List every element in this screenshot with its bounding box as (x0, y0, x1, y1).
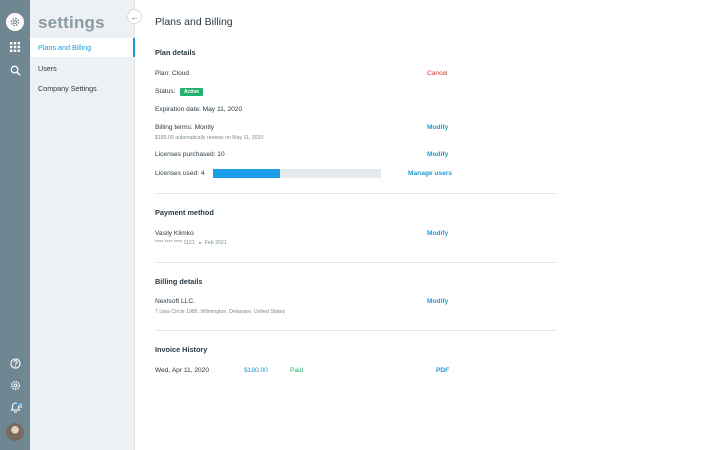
plan-details-heading: Plan details (155, 48, 196, 57)
invoice-history-heading: Invoice History (155, 345, 208, 354)
sidebar-item-plans-and-billing[interactable]: Plans and Billing (30, 38, 135, 57)
divider (155, 193, 557, 194)
page-title: Plans and Billing (155, 16, 233, 28)
sidebar-item-company-settings[interactable]: Company Settings (30, 79, 135, 98)
billing-details-heading: Billing details (155, 277, 203, 286)
settings-sidebar: settings Plans and Billing Users Company… (30, 0, 135, 450)
licenses-used-progress-bar (213, 169, 381, 178)
billing-terms-renewal: $180.00 automatically renews on May 11, … (155, 135, 264, 141)
billing-company: Nextsoft LLC. (155, 298, 195, 305)
gear-icon[interactable] (0, 374, 30, 396)
billing-address: 7 Liwa Circle 1985, Wilmington, Delaware… (155, 309, 286, 315)
modify-billing-terms-link[interactable]: Modify (427, 124, 448, 131)
cardholder-name: Vasily Klimko (155, 230, 194, 237)
notification-count: 8 (19, 404, 23, 410)
invoice-status: Paid (290, 367, 304, 374)
status-label: Status: (155, 88, 176, 95)
invoice-amount: $180.00 (244, 367, 268, 374)
sidebar-item-users[interactable]: Users (30, 59, 135, 78)
licenses-used-progress-fill (213, 169, 281, 178)
status-badge: Active (180, 88, 204, 96)
icon-rail: 8 (0, 0, 30, 450)
manage-users-link[interactable]: Manage users (408, 170, 452, 177)
licenses-purchased: Licenses purchased: 10 (155, 151, 225, 158)
card-number: **** **** **** 1121 (155, 240, 195, 246)
cancel-plan-link[interactable]: Cancel (427, 70, 448, 77)
modify-licenses-link[interactable]: Modify (427, 151, 448, 158)
sidebar-title: settings (38, 13, 105, 32)
settings-logo-icon[interactable] (6, 13, 24, 31)
divider (155, 330, 557, 331)
plan-name: Plan: Cloud (155, 70, 190, 77)
invoice-date: Wed, Apr 11, 2020 (155, 367, 210, 374)
bell-icon[interactable] (0, 396, 30, 418)
search-icon[interactable] (0, 59, 30, 81)
modify-billing-details-link[interactable]: Modify (427, 298, 448, 305)
payment-method-heading: Payment method (155, 208, 214, 217)
collapse-sidebar-button[interactable]: ← (127, 9, 142, 24)
arrow-left-icon: ← (130, 11, 139, 22)
card-expiry: Feb 2021 (204, 240, 227, 246)
divider (155, 262, 557, 263)
licenses-used: Licenses used: 4 (155, 170, 205, 177)
help-icon[interactable] (0, 352, 30, 374)
apps-grid-icon[interactable] (0, 36, 30, 58)
separator-dot (198, 241, 201, 244)
modify-payment-method-link[interactable]: Modify (427, 230, 448, 237)
avatar[interactable] (6, 423, 24, 441)
invoice-pdf-link[interactable]: PDF (436, 367, 449, 374)
card-details: **** **** **** 1121 Feb 2021 (155, 240, 227, 246)
billing-terms: Billing terms: Montly (155, 124, 214, 131)
expiration-date: Expiration date: May 11, 2020 (155, 106, 243, 113)
